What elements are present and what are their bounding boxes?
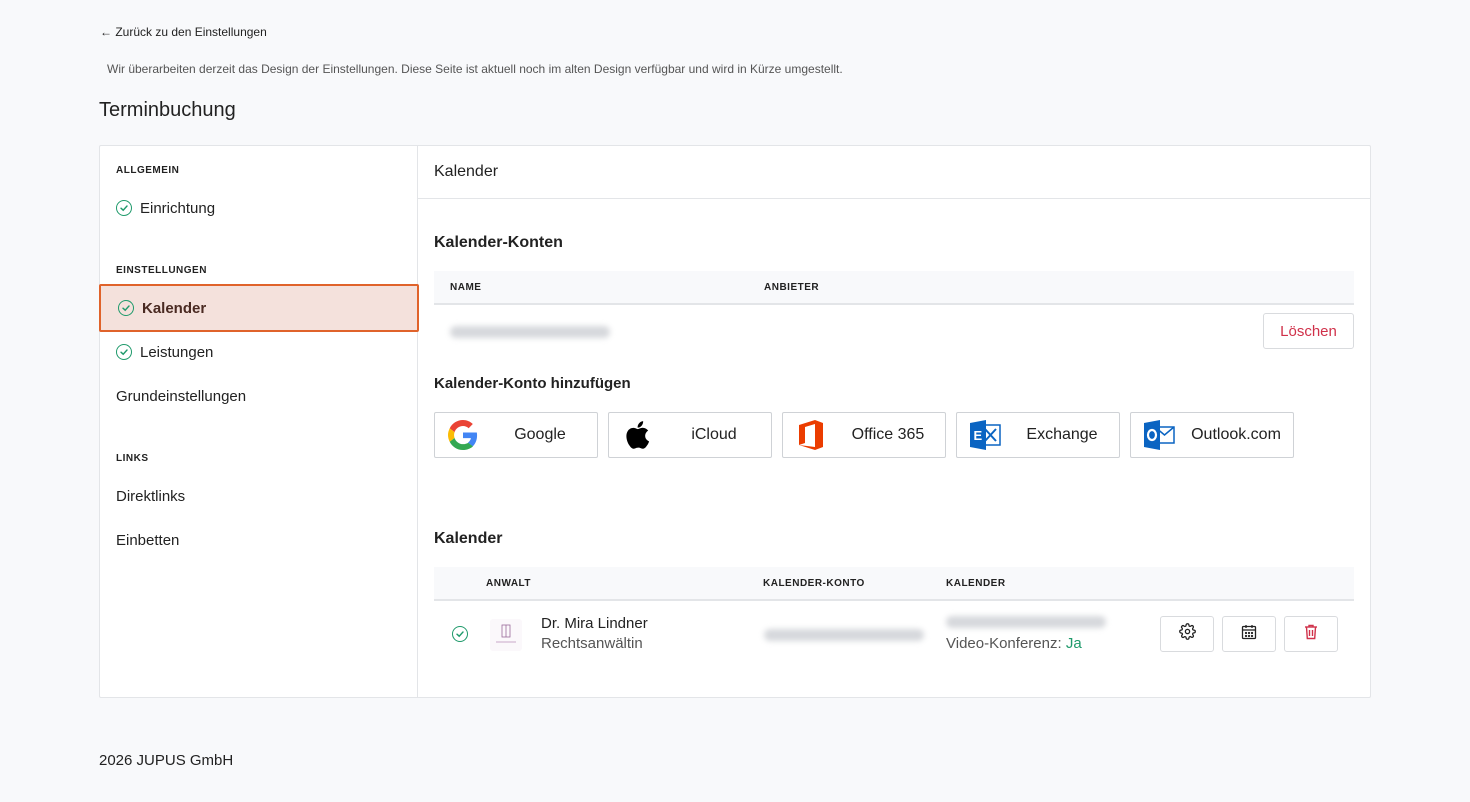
calendar-icon	[1241, 624, 1257, 645]
account-email-redacted	[450, 326, 610, 338]
apple-icon	[621, 419, 653, 451]
svg-text:E: E	[974, 428, 983, 443]
sidebar-item-label: Kalender	[142, 299, 207, 317]
panel-title: Kalender	[434, 163, 499, 180]
provider-label: Exchange	[1026, 426, 1098, 443]
column-header-name: NAME	[450, 282, 482, 293]
video-conference-status: Video-Konferenz: Ja	[946, 635, 1082, 652]
provider-label: Outlook.com	[1191, 426, 1281, 443]
video-conference-value: Ja	[1065, 635, 1082, 652]
provider-outlook-button[interactable]: Outlook.com	[1130, 412, 1294, 458]
back-to-settings-link[interactable]: ← Zurück zu den Einstellungen	[100, 25, 267, 39]
check-circle-icon	[118, 300, 134, 316]
lawyer-name: Dr. Mira Lindner	[541, 615, 648, 632]
accounts-table-header: NAME ANBIETER	[434, 271, 1354, 305]
column-header-provider: ANBIETER	[764, 282, 820, 293]
calendars-title: Kalender	[434, 530, 503, 547]
outlook-icon	[1143, 419, 1175, 451]
provider-icloud-button[interactable]: iCloud	[608, 412, 772, 458]
provider-exchange-button[interactable]: E Exchange	[956, 412, 1120, 458]
delete-calendar-button[interactable]	[1284, 616, 1338, 652]
check-circle-icon	[116, 344, 132, 360]
section-label-links: LINKS	[116, 453, 149, 464]
provider-label: iCloud	[691, 426, 737, 443]
exchange-icon: E	[969, 419, 1001, 451]
provider-google-button[interactable]: Google	[434, 412, 598, 458]
google-icon	[447, 419, 479, 451]
check-circle-icon	[452, 626, 468, 642]
provider-label: Office 365	[851, 426, 925, 443]
calendars-table-header: ANWALT KALENDER-KONTO KALENDER	[434, 567, 1354, 601]
sidebar-item-label: Leistungen	[140, 343, 214, 361]
delete-account-button[interactable]: Löschen	[1263, 313, 1354, 349]
table-row: Dr. Mira Lindner Rechtsanwältin Video-Ko…	[434, 601, 1354, 665]
settings-card: ALLGEMEIN Einrichtung EINSTELLUNGEN Kale…	[99, 145, 1371, 698]
column-header-calendar-account: KALENDER-KONTO	[763, 578, 865, 589]
calendar-view-button[interactable]	[1222, 616, 1276, 652]
redesign-notice: Wir überarbeiten derzeit das Design der …	[107, 62, 843, 76]
sidebar-item-services[interactable]: Leistungen	[100, 330, 418, 374]
calendar-account-redacted	[764, 629, 924, 641]
sidebar: ALLGEMEIN Einrichtung EINSTELLUNGEN Kale…	[99, 146, 419, 697]
page-title: Terminbuchung	[99, 99, 236, 121]
column-header-lawyer: ANWALT	[486, 578, 532, 589]
sidebar-item-label: Direktlinks	[116, 487, 186, 505]
office-365-icon	[795, 419, 827, 451]
check-circle-icon	[116, 200, 132, 216]
gear-icon	[1178, 623, 1196, 645]
sidebar-item-label: Einrichtung	[140, 199, 216, 217]
sidebar-item-basic-settings[interactable]: Grundeinstellungen	[100, 374, 418, 418]
accounts-title: Kalender-Konten	[434, 234, 563, 251]
footer-copyright: 2026 JUPUS GmbH	[99, 752, 234, 769]
main-panel: Kalender Kalender-Konten NAME ANBIETER L…	[418, 146, 1370, 697]
calendar-settings-button[interactable]	[1160, 616, 1214, 652]
sidebar-item-calendar[interactable]: Kalender	[99, 284, 419, 332]
section-label-general: ALLGEMEIN	[116, 165, 180, 176]
sidebar-item-setup[interactable]: Einrichtung	[100, 186, 418, 230]
video-conference-label: Video-Konferenz:	[946, 635, 1062, 652]
sidebar-item-label: Einbetten	[116, 531, 180, 549]
section-label-settings: EINSTELLUNGEN	[116, 265, 207, 276]
provider-list: Google iCloud Office 365 E Exchange Outl…	[434, 412, 1294, 458]
panel-header: Kalender	[418, 146, 1370, 199]
avatar	[490, 619, 522, 651]
trash-icon	[1303, 623, 1319, 645]
calendar-name-redacted	[946, 616, 1106, 628]
lawyer-role: Rechtsanwältin	[541, 635, 643, 652]
provider-office365-button[interactable]: Office 365	[782, 412, 946, 458]
provider-label: Google	[514, 426, 566, 443]
sidebar-item-direct-links[interactable]: Direktlinks	[100, 474, 418, 518]
add-account-title: Kalender-Konto hinzufügen	[434, 375, 631, 392]
sidebar-item-embed[interactable]: Einbetten	[100, 518, 418, 562]
column-header-calendar: KALENDER	[946, 578, 1006, 589]
sidebar-item-label: Grundeinstellungen	[116, 387, 247, 405]
